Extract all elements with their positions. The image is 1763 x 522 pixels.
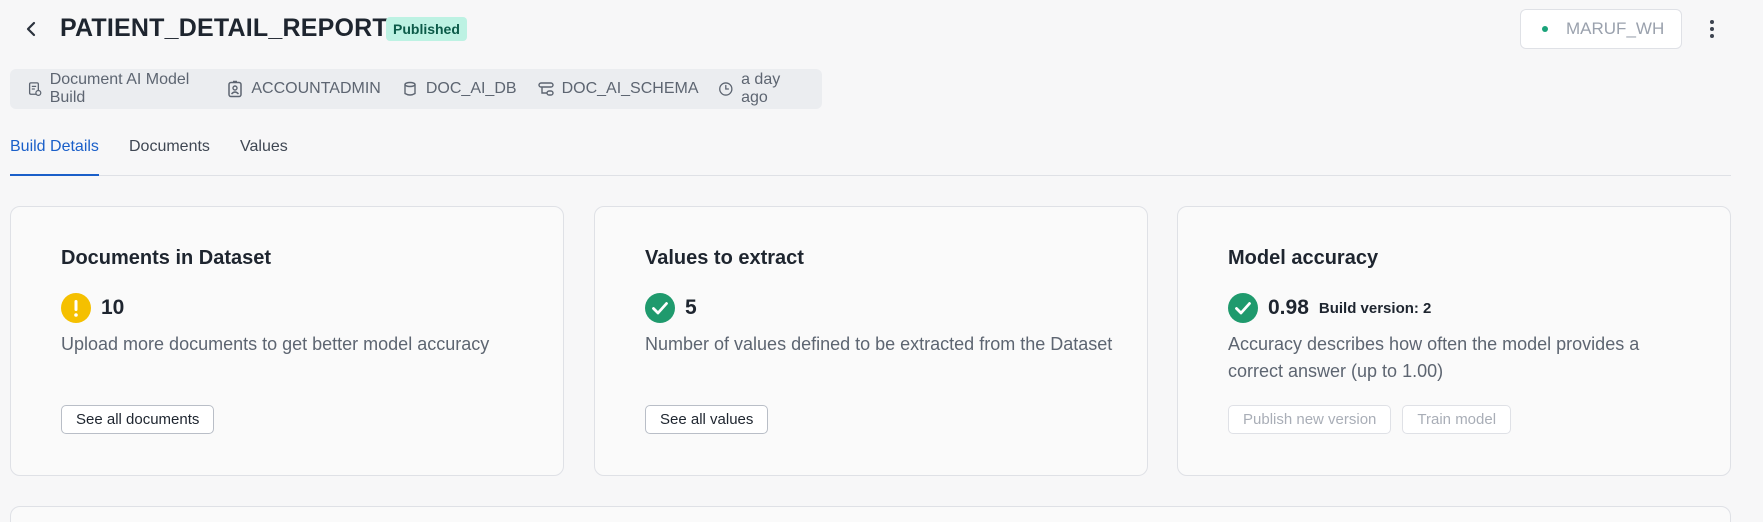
accuracy-value: 0.98	[1268, 296, 1309, 319]
accuracy-card: Model accuracy 0.98 Build version: 2 Acc…	[1177, 206, 1731, 476]
train-model-button[interactable]: Train model	[1402, 405, 1512, 434]
warehouse-selector[interactable]: MARUF_WH	[1520, 9, 1682, 49]
clock-icon	[719, 82, 733, 96]
chevron-left-icon	[26, 21, 36, 37]
values-stat: 5	[645, 293, 697, 323]
status-badge: Published	[386, 17, 467, 41]
schema-icon	[537, 82, 554, 96]
warehouse-status-dot	[1542, 26, 1548, 32]
warehouse-label: MARUF_WH	[1566, 19, 1665, 38]
page: PATIENT_DETAIL_REPORT Published MARUF_WH…	[0, 0, 1763, 522]
database-icon	[404, 81, 416, 96]
meta-item-type: Document AI Model Build	[27, 71, 206, 107]
meta-database-label: DOC_AI_DB	[425, 80, 517, 97]
tab-bar: Build Details Documents Values	[10, 128, 1731, 176]
more-vertical-icon	[1710, 20, 1714, 24]
meta-schema-label: DOC_AI_SCHEMA	[561, 80, 699, 97]
values-actions: See all values	[645, 405, 769, 434]
accuracy-actions: Publish new version Train model	[1228, 405, 1512, 434]
documents-actions: See all documents	[61, 405, 215, 434]
tab-build-details[interactable]: Build Details	[10, 138, 99, 176]
values-description: Number of values defined to be extracted…	[645, 334, 1113, 354]
build-version: Build version: 2	[1318, 299, 1432, 317]
check-icon	[1228, 293, 1258, 323]
page-title: PATIENT_DETAIL_REPORT	[60, 14, 388, 42]
accuracy-card-title: Model accuracy	[1228, 247, 1379, 269]
warning-icon	[61, 293, 91, 323]
accuracy-stat: 0.98 Build version: 2	[1228, 293, 1431, 323]
publish-new-version-button[interactable]: Publish new version	[1228, 405, 1392, 434]
meta-type-label: Document AI Model Build	[49, 71, 190, 106]
see-all-documents-button[interactable]: See all documents	[61, 405, 215, 434]
back-button[interactable]	[18, 16, 44, 42]
meta-item-schema: DOC_AI_SCHEMA	[537, 80, 699, 98]
check-icon	[645, 293, 675, 323]
meta-item-database: DOC_AI_DB	[401, 80, 517, 98]
role-badge-icon	[228, 80, 243, 98]
accuracy-description: Accuracy describes how often the model p…	[1228, 334, 1640, 381]
lower-panel	[10, 506, 1731, 522]
documents-card-title: Documents in Dataset	[61, 247, 272, 269]
documents-card: Documents in Dataset 10 Upload more docu…	[10, 206, 564, 476]
document-model-icon	[28, 82, 42, 96]
meta-item-role: ACCOUNTADMIN	[226, 80, 381, 98]
values-card-title: Values to extract	[645, 247, 804, 269]
values-count: 5	[685, 296, 697, 319]
documents-stat: 10	[61, 293, 124, 323]
tab-documents[interactable]: Documents	[129, 138, 210, 176]
meta-time-label: a day ago	[741, 71, 781, 106]
documents-count: 10	[101, 296, 125, 319]
meta-role-label: ACCOUNTADMIN	[251, 80, 381, 97]
tab-values[interactable]: Values	[240, 138, 288, 176]
meta-item-time: a day ago	[718, 71, 802, 107]
more-options-button[interactable]	[1700, 14, 1724, 44]
see-all-values-button[interactable]: See all values	[645, 405, 769, 434]
metadata-bar: Document AI Model Build ACCOUNTADMIN DOC…	[10, 69, 822, 109]
header: PATIENT_DETAIL_REPORT Published MARUF_WH	[0, 0, 1763, 60]
documents-description: Upload more documents to get better mode…	[61, 334, 490, 354]
values-card: Values to extract 5 Number of values def…	[594, 206, 1148, 476]
